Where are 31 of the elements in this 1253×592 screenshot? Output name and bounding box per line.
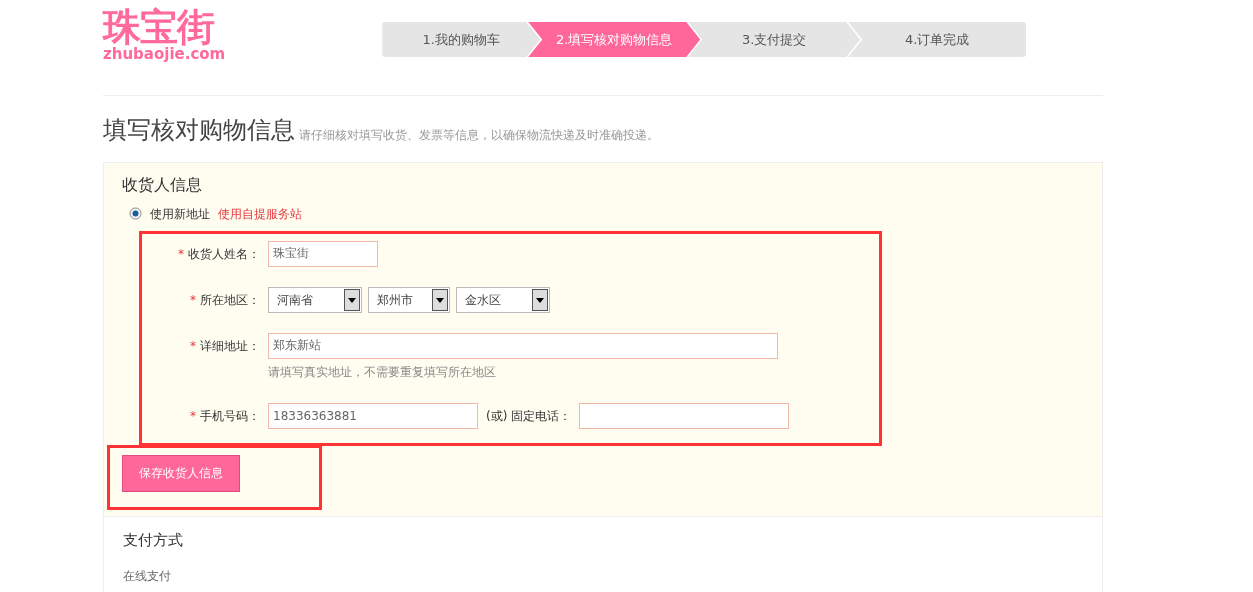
progress-step: 4.订单完成: [848, 22, 1027, 57]
progress-step: 1.我的购物车: [382, 22, 541, 57]
page-subtitle: 请仔细核对填写收货、发票等信息，以确保物流快递及时准确投递。: [299, 126, 659, 144]
payment-method: 在线支付: [123, 568, 172, 585]
input-field[interactable]: 18336363881: [268, 402, 478, 429]
input-field[interactable]: [579, 402, 790, 429]
required-asterisk: *: [190, 338, 196, 353]
progress-step: 3.支付提交: [688, 22, 861, 57]
section-title: 支付方式: [123, 529, 184, 551]
required-asterisk: *: [190, 408, 196, 423]
required-asterisk: *: [178, 246, 184, 261]
radio-label: 使用新地址: [150, 205, 210, 223]
logo-wordmark: 珠宝街: [103, 8, 215, 46]
pickup-link[interactable]: 使用自提服务站: [218, 204, 302, 223]
region-select[interactable]: 郑州市: [368, 286, 450, 313]
field-label: 所在地区：: [200, 292, 260, 307]
field-label: 收货人姓名：: [188, 246, 260, 261]
field-label: 手机号码：: [200, 408, 260, 423]
input-field[interactable]: 珠宝街: [268, 240, 378, 267]
input-field[interactable]: 郑东新站: [268, 332, 778, 359]
logo-domain: zhubaojie.com: [103, 46, 226, 63]
region-select[interactable]: 河南省: [268, 286, 362, 313]
section-title: 收货人信息: [122, 173, 203, 196]
field-label: (或) 固定电话：: [486, 407, 572, 425]
field-label: 详细地址：: [200, 338, 260, 353]
page-title: 填写核对购物信息: [103, 114, 295, 146]
region-select[interactable]: 金水区: [456, 286, 550, 313]
progress-step: 2.填写核对购物信息: [528, 22, 701, 57]
field-hint: 请填写真实地址，不需要重复填写所在地区: [268, 363, 497, 381]
radio-button[interactable]: [129, 207, 142, 220]
required-asterisk: *: [190, 292, 196, 307]
